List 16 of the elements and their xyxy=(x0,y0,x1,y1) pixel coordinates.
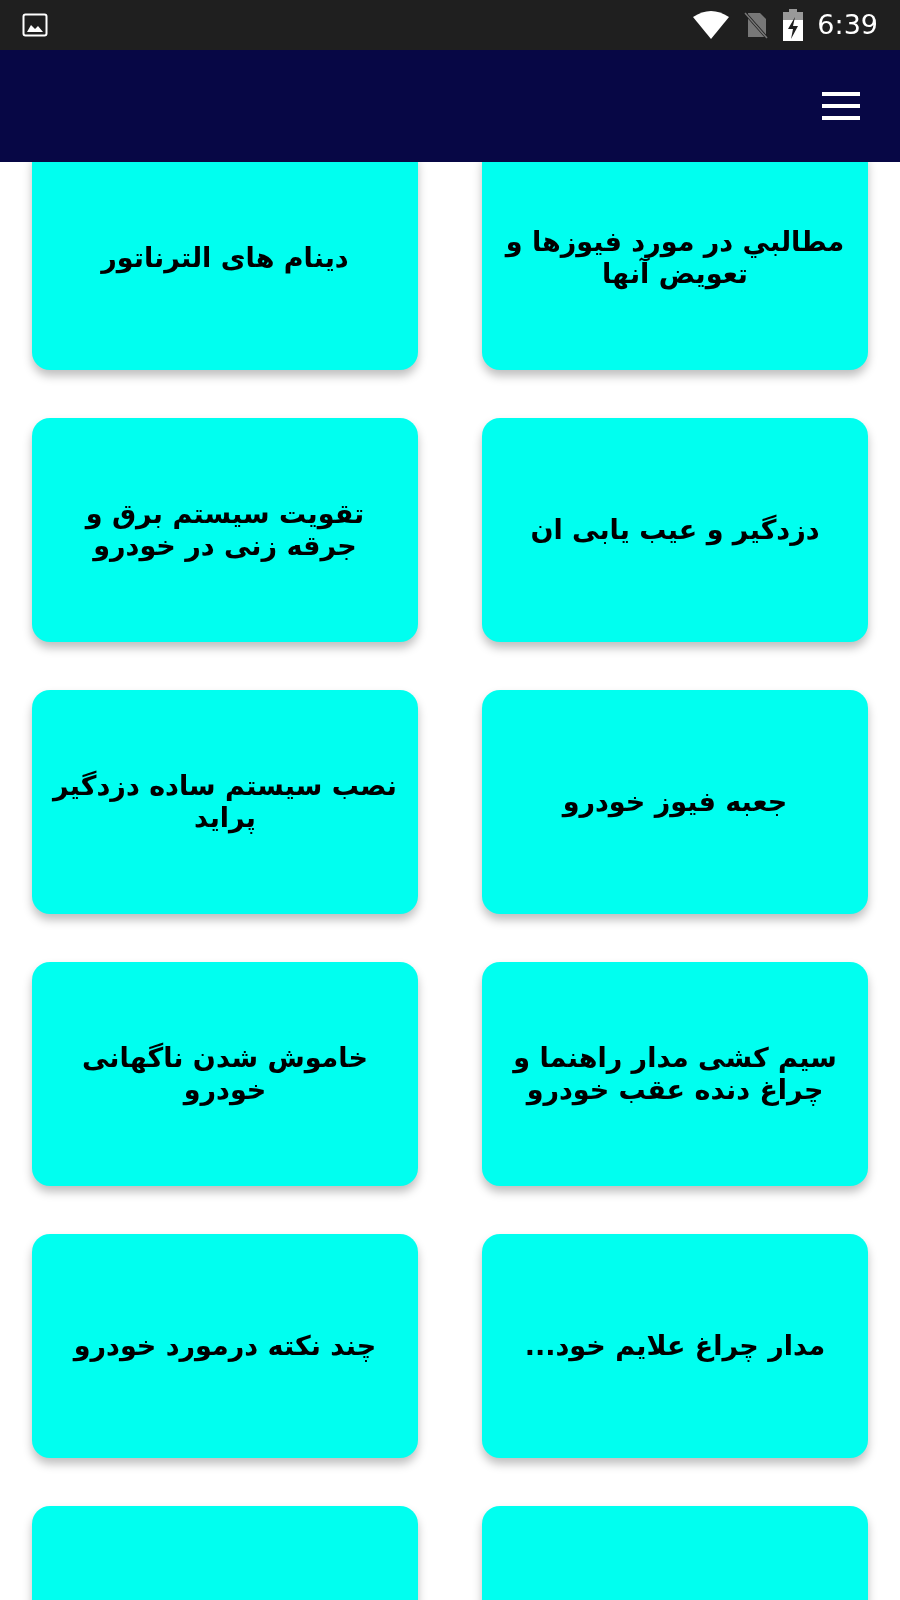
battery-charging-icon xyxy=(783,9,804,41)
topic-card[interactable]: تقویت سیستم برق و جرقه زنی در خودرو xyxy=(32,418,418,642)
topic-card[interactable]: مطالبي در مورد فیوزها و تعویض آنها xyxy=(482,162,868,370)
topic-card[interactable]: مدار چراغ علایم خود... xyxy=(482,1234,868,1458)
topic-card[interactable]: نصب سیستم ساده دزدگیر پراید xyxy=(32,690,418,914)
topic-card[interactable]: سیم کشی مدار راهنما و چراغ دنده عقب خودرو xyxy=(482,962,868,1186)
topic-card[interactable]: خاموش شدن ناگهانی خودرو xyxy=(32,962,418,1186)
no-sim-icon xyxy=(743,11,770,39)
wifi-icon xyxy=(693,11,730,39)
topic-card[interactable]: چند نکته درمورد خودرو xyxy=(32,1234,418,1458)
topic-card[interactable]: دینام های الترناتور xyxy=(32,162,418,370)
menu-icon[interactable] xyxy=(822,92,860,120)
image-icon xyxy=(22,13,48,37)
topic-card[interactable]: جعبه فیوز خودرو xyxy=(482,690,868,914)
status-time: 6:39 xyxy=(817,7,878,42)
topic-card[interactable]: دزدگیر و عیب یابی ان xyxy=(482,418,868,642)
